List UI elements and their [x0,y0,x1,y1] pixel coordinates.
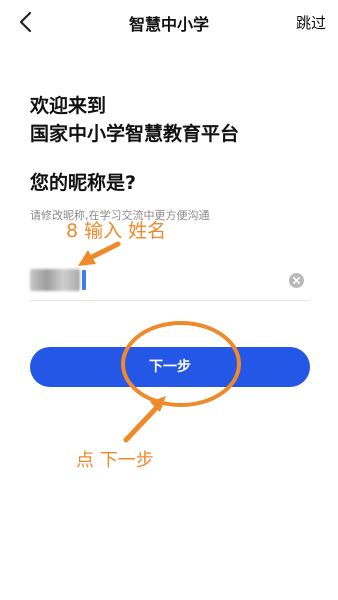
next-arrow-shaft [123,401,163,443]
annotation-input-name: 8 输入 姓名 [66,220,167,242]
clear-input-icon[interactable] [289,273,304,288]
text-cursor [82,270,86,290]
top-nav-bar: 智慧中小学 跳过 [0,0,338,44]
blurred-nickname-value [30,269,80,291]
next-arrow-head [150,396,166,412]
input-arrow-shaft [83,241,121,263]
welcome-line-1: 欢迎来到 [30,95,107,117]
next-step-button[interactable]: 下一步 [30,347,310,387]
page-title: 智慧中小学 [128,15,209,34]
nickname-question: 您的昵称是? [30,172,137,194]
welcome-line-2: 国家中小学智慧教育平台 [30,123,240,145]
skip-button[interactable]: 跳过 [296,12,326,33]
annotation-click-next: 点 下一步 [76,450,154,471]
nickname-input[interactable] [30,262,310,301]
welcome-heading: 欢迎来到 国家中小学智慧教育平台 [30,92,239,148]
